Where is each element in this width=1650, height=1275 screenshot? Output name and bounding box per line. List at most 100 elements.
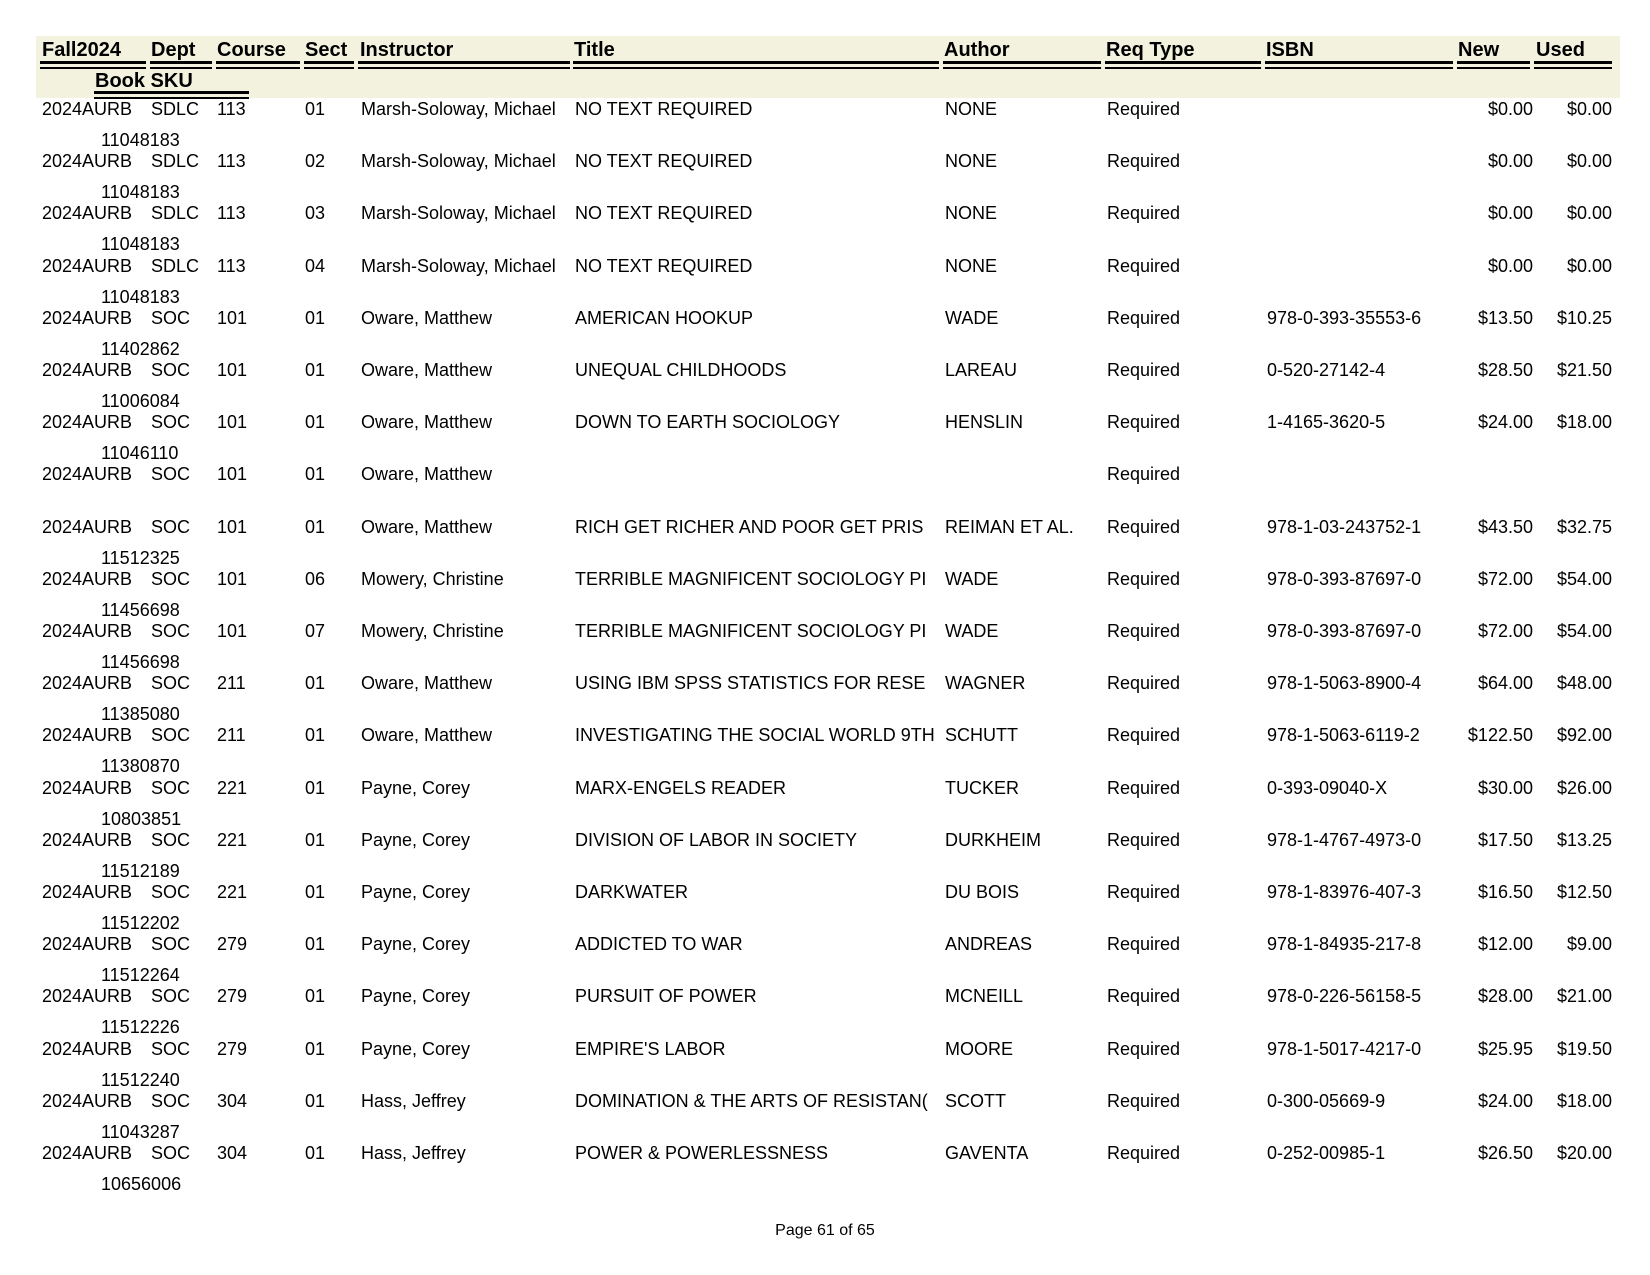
cell-used: $21.00 — [1556, 986, 1612, 1007]
cell-term: 2024AURB — [42, 777, 133, 798]
header-rule — [40, 67, 146, 69]
table-row: 2024AURB SOC 101 01 Oware, Matthew AMERICAN H… — [0, 307, 1650, 359]
header-rule — [150, 67, 212, 69]
table-row: 2024AURB SOC 101 01 Oware, Matthew RICH GET R… — [0, 516, 1650, 568]
cell-course: 279 — [217, 1038, 248, 1059]
cell-dept: SDLC — [151, 255, 200, 276]
cell-req-type: Required — [1107, 151, 1181, 172]
cell-used: $9.00 — [1566, 934, 1612, 955]
header-rule — [304, 61, 354, 64]
cell-used: $18.00 — [1556, 1090, 1612, 1111]
cell-used: $54.00 — [1556, 621, 1612, 641]
header-rule — [1534, 61, 1612, 64]
cell-term: 2024AURB — [42, 1090, 133, 1111]
cell-course: 221 — [217, 829, 248, 850]
cell-sect: 01 — [305, 307, 326, 328]
cell-course: 304 — [217, 1090, 248, 1111]
table-row: 2024AURB SOC 279 01 Payne, Corey EMPIRE'S LAB… — [0, 1038, 1650, 1090]
cell-book-sku: 11512264 — [101, 965, 180, 986]
header-rule — [150, 61, 212, 64]
header-rule — [1457, 61, 1530, 64]
cell-dept: SOC — [151, 1038, 191, 1059]
cell-sect: 04 — [305, 255, 326, 276]
cell-isbn: 0-393-09040-X — [1267, 777, 1388, 798]
cell-used: $21.50 — [1556, 360, 1612, 380]
cell-dept: SOC — [151, 934, 191, 955]
cell-new: $26.50 — [1477, 1143, 1533, 1163]
cell-isbn: 978-1-5063-6119-2 — [1267, 725, 1420, 746]
cell-dept: SOC — [151, 568, 191, 589]
cell-sect: 01 — [305, 829, 326, 850]
header-sect: Sect — [305, 39, 348, 61]
cell-isbn: 978-1-03-243752-1 — [1267, 516, 1422, 537]
cell-req-type: Required — [1107, 360, 1181, 380]
cell-sect: 01 — [305, 360, 326, 380]
table-row: 2024AURB SOC 221 01 Payne, Corey MARX-ENGELS … — [0, 777, 1650, 829]
cell-sect: 01 — [305, 986, 326, 1007]
cell-course: 113 — [217, 255, 246, 276]
table-row: 2024AURB SOC 101 01 Oware, Matthew UNEQUAL CH… — [0, 359, 1650, 411]
table-row: 2024AURB SDLC 113 03 Marsh-Soloway, Michael N… — [0, 202, 1650, 254]
header-rule — [94, 91, 249, 94]
header-used: Used — [1536, 39, 1585, 61]
cell-title: DOWN TO EARTH SOCIOLOGY — [575, 412, 841, 433]
cell-instructor: Hass, Jeffrey — [361, 1090, 466, 1111]
cell-course: 113 — [217, 203, 246, 224]
cell-instructor: Oware, Matthew — [361, 725, 493, 746]
header-rule — [358, 61, 570, 64]
cell-sect: 01 — [305, 516, 326, 537]
cell-dept: SOC — [151, 412, 191, 433]
header-instructor: Instructor — [360, 39, 454, 61]
cell-new: $25.95 — [1477, 1038, 1533, 1059]
cell-title: AMERICAN HOOKUP — [575, 307, 754, 328]
cell-new: $72.00 — [1477, 568, 1533, 589]
cell-author: MCNEILL — [945, 986, 1024, 1007]
table-row: 2024AURB SOC 279 01 Payne, Corey PURSUIT OF P… — [0, 985, 1650, 1037]
cell-author: HENSLIN — [945, 412, 1024, 433]
cell-dept: SOC — [151, 516, 191, 537]
cell-instructor: Oware, Matthew — [361, 673, 493, 694]
cell-author: SCOTT — [945, 1090, 1006, 1111]
page-number: Page 61 of 65 — [775, 1222, 875, 1239]
cell-book-sku: 11512240 — [101, 1069, 180, 1090]
cell-instructor: Payne, Corey — [361, 829, 471, 850]
cell-req-type: Required — [1107, 203, 1181, 224]
header-rule — [216, 67, 300, 69]
cell-new: $0.00 — [1487, 151, 1533, 172]
cell-dept: SDLC — [151, 203, 200, 224]
cell-new: $28.00 — [1477, 986, 1533, 1007]
cell-author: DURKHEIM — [945, 829, 1042, 850]
cell-term: 2024AURB — [42, 934, 133, 955]
cell-sect: 01 — [305, 725, 326, 746]
cell-title: RICH GET RICHER AND POOR GET PRIS — [575, 516, 924, 537]
cell-title: EMPIRE'S LABOR — [575, 1038, 726, 1059]
cell-instructor: Oware, Matthew — [361, 307, 493, 328]
cell-book-sku: 11512202 — [101, 913, 180, 933]
header-new: New — [1458, 39, 1500, 61]
cell-title: DOMINATION & THE ARTS OF RESISTAN( — [575, 1090, 928, 1111]
cell-sect: 06 — [305, 568, 326, 589]
cell-isbn: 978-1-83976-407-3 — [1267, 882, 1422, 902]
cell-new: $30.00 — [1477, 777, 1533, 798]
cell-book-sku: 11380870 — [101, 756, 180, 777]
cell-dept: SOC — [151, 882, 191, 902]
cell-author: DU BOIS — [945, 882, 1020, 902]
header-rule — [1105, 67, 1261, 69]
cell-used: $48.00 — [1556, 673, 1612, 694]
cell-title: DARKWATER — [575, 882, 689, 902]
cell-new: $0.00 — [1487, 99, 1533, 119]
cell-new: $0.00 — [1487, 255, 1533, 276]
cell-author: WADE — [945, 307, 999, 328]
cell-used: $26.00 — [1556, 777, 1612, 798]
cell-term: 2024AURB — [42, 464, 133, 485]
cell-new: $12.00 — [1477, 934, 1533, 955]
cell-author: MOORE — [945, 1038, 1014, 1059]
cell-author: NONE — [945, 99, 998, 119]
cell-course: 101 — [217, 412, 248, 433]
cell-author: REIMAN ET AL. — [945, 516, 1074, 537]
cell-used: $10.25 — [1556, 307, 1612, 328]
cell-instructor: Marsh-Soloway, Michael — [361, 151, 556, 172]
cell-author: NONE — [945, 151, 998, 172]
cell-dept: SOC — [151, 1143, 191, 1163]
cell-new: $24.00 — [1477, 412, 1533, 433]
